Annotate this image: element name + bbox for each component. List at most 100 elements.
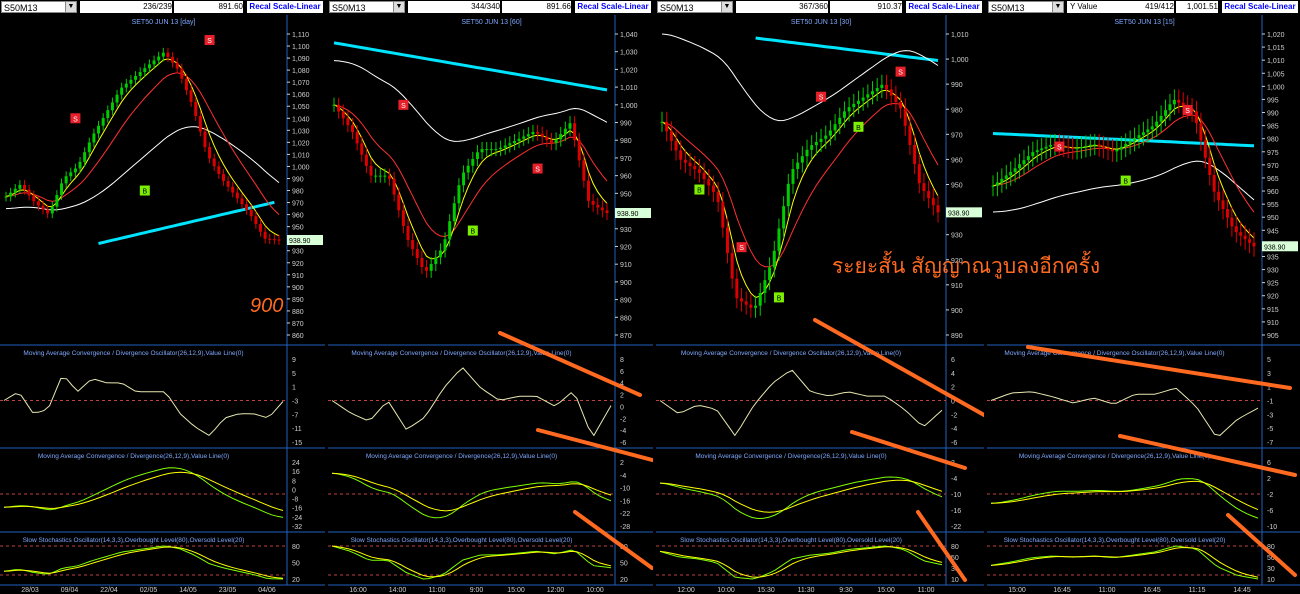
price-tick-label: 910 — [620, 262, 632, 269]
sell-signal-marker[interactable]: S — [1054, 141, 1065, 152]
candle-body — [374, 175, 378, 177]
candle-body — [355, 132, 359, 144]
price-tick-label: 1,030 — [292, 128, 310, 135]
price-tick-label: 935 — [1267, 254, 1279, 261]
candle-body — [568, 123, 572, 129]
price-tick-label: 870 — [620, 333, 632, 340]
price-tick-label: 950 — [620, 191, 632, 198]
candle-body — [134, 75, 138, 80]
candle-body — [1102, 146, 1106, 148]
price-tick-label: 910 — [1267, 320, 1279, 327]
sell-signal-marker[interactable]: S — [1182, 104, 1193, 115]
annotation-trend-arrow — [536, 428, 653, 463]
chart-pane-2[interactable]: S50M13 ▼ 367/360 910.37 Recal Scale-Linear SE… — [656, 0, 984, 594]
buy-signal-marker[interactable]: B — [467, 225, 478, 236]
buy-signal-marker[interactable]: B — [1120, 175, 1131, 186]
time-axis-label: 23/05 — [219, 587, 237, 594]
macd_osc-tick-label: -6 — [620, 440, 626, 447]
candle-body — [1194, 111, 1198, 124]
candle-body — [434, 257, 438, 265]
sell-signal-marker[interactable]: S — [736, 242, 747, 253]
price-tick-label: 960 — [1267, 189, 1279, 196]
macd-oscillator-line — [3, 377, 284, 437]
macd_osc-tick-label: -5 — [1267, 426, 1273, 433]
chart-canvas: SET50 JUN 13 [60] 1,040 1,030 1,020 1,010 1,0… — [328, 15, 653, 594]
candle-body — [716, 191, 720, 203]
chart-pane-1[interactable]: S50M13 ▼ 344/340 891.66 Recal Scale-Linear SE… — [328, 0, 653, 594]
sell-signal-marker[interactable]: S — [204, 35, 215, 46]
sell-signal-marker[interactable]: S — [398, 99, 409, 110]
price-tick-label: 990 — [620, 121, 632, 128]
macd_osc-tick-label: -4 — [951, 426, 957, 433]
candle-body — [203, 131, 207, 148]
price-tick-label: 975 — [1267, 150, 1279, 157]
candle-body — [332, 104, 336, 106]
macd-tick-label: -10 — [1267, 524, 1277, 531]
price-tick-label: 990 — [1267, 111, 1279, 118]
chart-pane-3[interactable]: S50M13 ▼ Y Value 419/412 1,001.51 Recal Scale… — [987, 0, 1300, 594]
price-tick-label: 965 — [1267, 176, 1279, 183]
signal-marker-label: B — [856, 125, 861, 132]
candle-body — [221, 173, 225, 181]
candle-body — [1018, 164, 1022, 169]
buy-signal-marker[interactable]: B — [139, 185, 150, 196]
macd-tick-label: -8 — [292, 497, 298, 504]
candle-body — [78, 161, 82, 169]
candle-body — [674, 140, 678, 151]
candle-body — [1044, 146, 1048, 149]
sell-signal-marker[interactable]: S — [895, 66, 906, 77]
stoch-tick-label: 20 — [292, 577, 300, 584]
candle-body — [721, 202, 725, 228]
candle-body — [378, 175, 382, 177]
price-tick-label: 1,000 — [620, 103, 638, 110]
chart-pane-0[interactable]: S50M13 ▼ 236/239 891.60 Recal Scale-Linear SE… — [0, 0, 325, 594]
candle-body — [1022, 160, 1026, 165]
macd-tick-label: 2 — [1267, 476, 1271, 483]
candle-body — [549, 139, 553, 144]
candle-body — [866, 94, 870, 98]
price-tick-label: 945 — [1267, 228, 1279, 235]
macd_osc-tick-label: -15 — [292, 440, 302, 447]
time-axis-label: 11:00 — [1099, 587, 1116, 594]
price-tick-label: 1,020 — [1267, 32, 1285, 39]
candle-body — [995, 182, 999, 186]
stoch-d-line — [990, 547, 1259, 578]
sell-signal-marker[interactable]: S — [816, 91, 827, 102]
candle-body — [517, 138, 521, 141]
candle-body — [73, 168, 77, 173]
candle-body — [903, 108, 907, 126]
macd-tick-label: 6 — [1267, 460, 1271, 467]
candle-body — [115, 94, 119, 103]
candle-body — [341, 111, 345, 119]
last-price-value: 938.90 — [948, 210, 970, 217]
price-tick-label: 880 — [292, 309, 304, 316]
sell-signal-marker[interactable]: S — [532, 163, 543, 174]
candle-body — [1133, 138, 1137, 141]
signal-marker-label: S — [739, 245, 744, 252]
candle-body — [258, 223, 262, 232]
price-tick-label: 920 — [1267, 294, 1279, 301]
candle-body — [889, 89, 893, 96]
last-price-value: 938.90 — [289, 238, 311, 245]
buy-signal-marker[interactable]: B — [853, 121, 864, 132]
candle-body — [582, 160, 586, 181]
candle-body — [814, 141, 818, 146]
candle-body — [50, 206, 54, 214]
candle-body — [838, 117, 842, 125]
macd_osc-tick-label: -6 — [951, 440, 957, 447]
candle-body — [138, 72, 142, 76]
buy-signal-marker[interactable]: B — [773, 292, 784, 303]
price-tick-label: 995 — [1267, 97, 1279, 104]
sell-signal-marker[interactable]: S — [70, 113, 81, 124]
stoch-d-line — [659, 546, 943, 578]
candle-body — [782, 206, 786, 229]
time-axis-label: 15:00 — [1008, 587, 1026, 594]
time-axis-label: 14:45 — [1233, 587, 1251, 594]
price-tick-label: 1,000 — [951, 57, 969, 64]
candle-body — [184, 78, 188, 91]
macd-tick-label: -16 — [292, 506, 302, 513]
price-tick-label: 930 — [1267, 268, 1279, 275]
buy-signal-marker[interactable]: B — [694, 184, 705, 195]
candle-body — [124, 83, 128, 88]
candle-body — [1203, 140, 1207, 158]
